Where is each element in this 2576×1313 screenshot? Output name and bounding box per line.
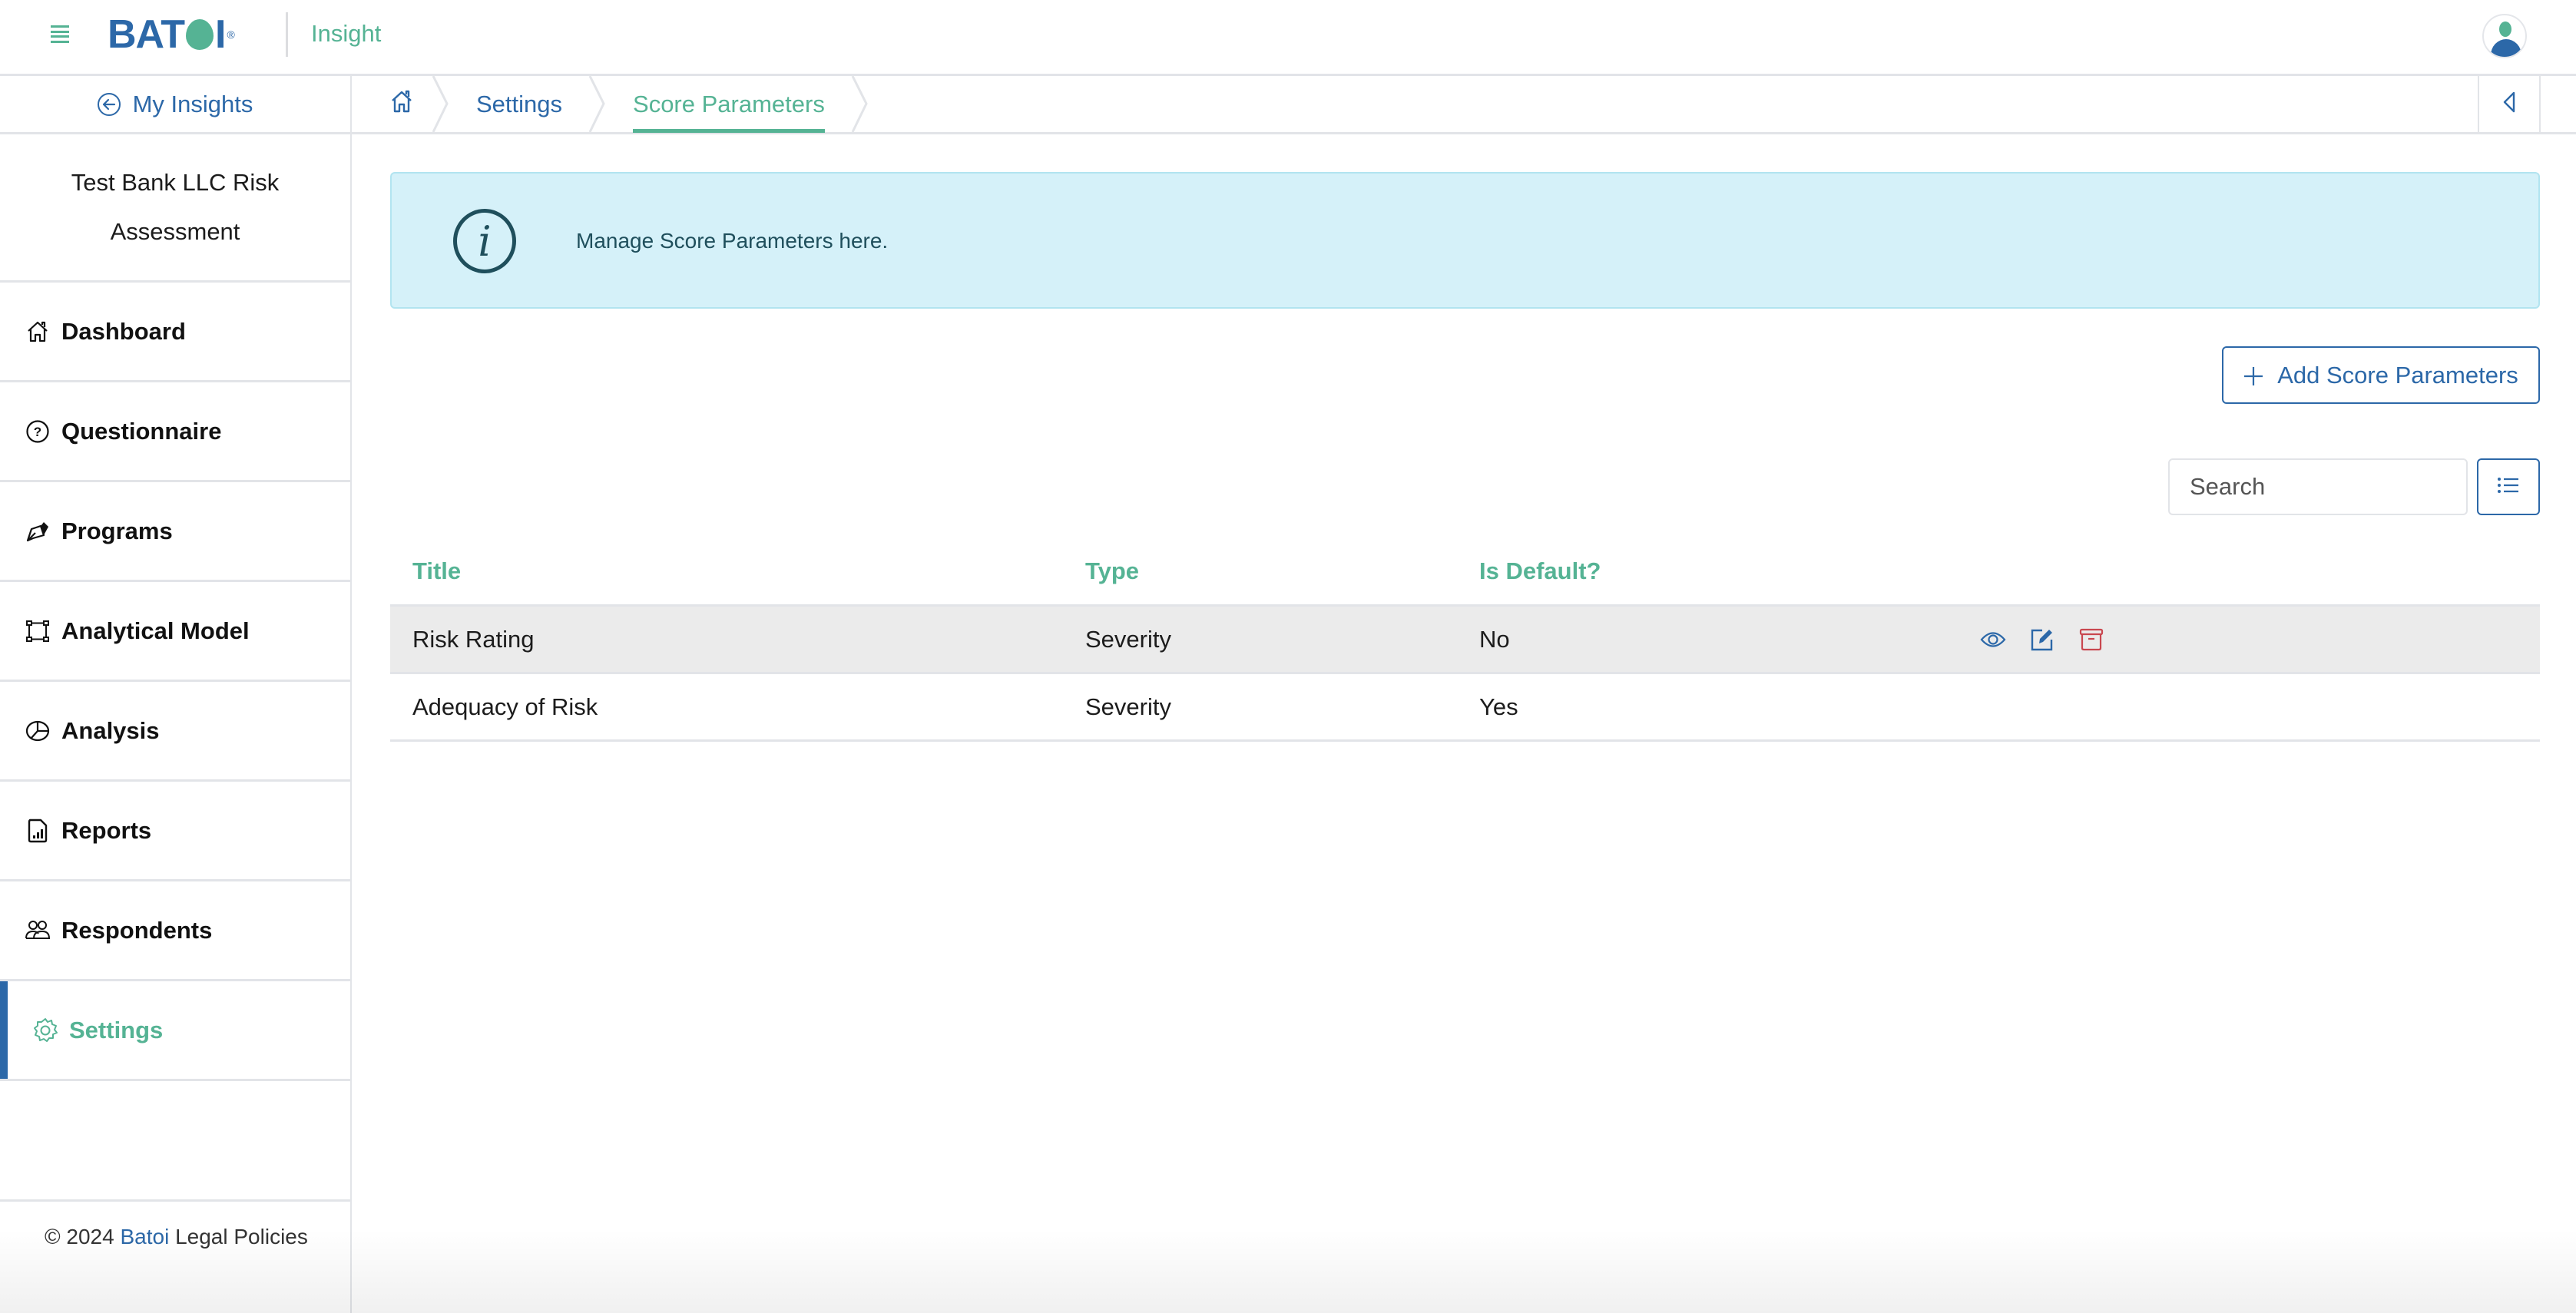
sidebar-item-label: Respondents: [61, 916, 213, 944]
collapse-panel-button[interactable]: [2478, 76, 2541, 132]
hamburger-line: [51, 40, 69, 43]
avatar-head-icon: [2499, 21, 2511, 37]
my-insights-label: My Insights: [132, 90, 253, 117]
question-circle-icon: ?: [25, 418, 51, 445]
edit-pencil-icon[interactable]: [2028, 625, 2057, 654]
svg-text:?: ?: [34, 425, 41, 439]
gear-icon: [32, 1017, 58, 1043]
sidebar-item-label: Reports: [61, 816, 152, 844]
breadcrumb-separator: [851, 76, 868, 132]
logo-text-start: BAT: [108, 12, 185, 57]
sidebar-item-label: Analytical Model: [61, 617, 250, 644]
sidebar-item-analysis[interactable]: Analysis: [0, 682, 350, 782]
score-parameters-table: Title Type Is Default? Risk Rating Sever…: [390, 537, 2540, 742]
breadcrumb-settings[interactable]: Settings: [450, 76, 588, 132]
hamburger-line: [51, 35, 69, 38]
home-icon: [390, 89, 413, 120]
header-divider: [286, 12, 288, 57]
info-icon: i: [453, 209, 516, 273]
sidebar-item-label: Programs: [61, 517, 173, 544]
active-breadcrumb-underline: [633, 129, 825, 133]
table-header-row: Title Type Is Default?: [390, 537, 2540, 607]
cell-is-default: No: [1479, 625, 1510, 653]
sidebar: Test Bank LLC Risk Assessment Dashboard …: [0, 134, 352, 1313]
sidebar-footer: © 2024 Batoi Legal Policies: [0, 1199, 350, 1313]
user-avatar-button[interactable]: [2482, 14, 2527, 58]
logo-registered-mark: ®: [227, 28, 235, 41]
sidebar-item-label: Settings: [69, 1016, 164, 1043]
my-insights-back-link[interactable]: My Insights: [0, 76, 352, 132]
pie-chart-icon: [25, 718, 51, 744]
column-list-toggle-button[interactable]: [2477, 458, 2540, 515]
sidebar-item-respondents[interactable]: Respondents: [0, 881, 350, 981]
sub-navigation-bar: My Insights Settings Score Parameters: [0, 76, 2576, 134]
avatar-body-icon: [2491, 39, 2521, 57]
pen-nib-icon: [25, 518, 51, 544]
hamburger-line: [51, 30, 69, 33]
home-icon: [25, 319, 51, 345]
sidebar-item-settings[interactable]: Settings: [0, 981, 350, 1081]
sidebar-item-label: Questionnaire: [61, 417, 222, 445]
sidebar-item-analytical-model[interactable]: Analytical Model: [0, 582, 350, 682]
cell-type: Severity: [1085, 625, 1171, 653]
view-eye-icon[interactable]: [1978, 625, 2008, 654]
breadcrumb-current-label: Score Parameters: [633, 90, 825, 117]
column-header-type[interactable]: Type: [1085, 557, 1479, 585]
bottom-shadow: [0, 1229, 2576, 1313]
cell-type: Severity: [1085, 693, 1171, 720]
logo-text-end: I: [215, 12, 226, 57]
column-header-is-default[interactable]: Is Default?: [1479, 557, 1978, 585]
cell-title: Risk Rating: [412, 625, 535, 653]
batoi-logo[interactable]: BAT I ®: [108, 12, 235, 57]
row-actions: [1978, 625, 2106, 654]
cell-title: Adequacy of Risk: [412, 693, 598, 720]
breadcrumb: Settings Score Parameters: [353, 76, 869, 133]
breadcrumb-separator: [432, 76, 449, 132]
report-file-icon: [25, 818, 51, 844]
batoi-link[interactable]: Batoi: [120, 1225, 169, 1249]
column-header-title[interactable]: Title: [390, 557, 1085, 585]
breadcrumb-settings-label: Settings: [476, 90, 563, 117]
arrow-left-circle-icon: [97, 92, 121, 116]
chevron-left-icon: [2502, 91, 2516, 117]
cell-is-default: Yes: [1479, 693, 1518, 720]
breadcrumb-home[interactable]: [353, 76, 432, 132]
project-title: Test Bank LLC Risk Assessment: [0, 134, 350, 283]
copyright-text: © 2024: [45, 1225, 114, 1249]
search-input[interactable]: [2168, 458, 2468, 515]
bounding-box-icon: [25, 618, 51, 644]
top-header: BAT I ® Insight: [0, 0, 2576, 76]
breadcrumb-score-parameters[interactable]: Score Parameters: [607, 76, 851, 133]
sidebar-item-label: Analysis: [61, 716, 160, 744]
people-icon: [25, 918, 51, 944]
sidebar-item-questionnaire[interactable]: ? Questionnaire: [0, 382, 350, 482]
info-banner: i Manage Score Parameters here.: [390, 172, 2540, 309]
footer-text: © 2024 Batoi Legal Policies: [45, 1225, 308, 1249]
sidebar-item-programs[interactable]: Programs: [0, 482, 350, 582]
logo-leaf-icon: [186, 19, 214, 50]
table-row[interactable]: Risk Rating Severity No: [390, 607, 2540, 674]
sidebar-item-reports[interactable]: Reports: [0, 782, 350, 881]
hamburger-line: [51, 25, 69, 28]
sidebar-item-dashboard[interactable]: Dashboard: [0, 283, 350, 382]
add-button-label: Add Score Parameters: [2277, 361, 2518, 389]
table-row[interactable]: Adequacy of Risk Severity Yes: [390, 674, 2540, 742]
hamburger-menu-button[interactable]: [51, 25, 69, 43]
breadcrumb-separator: [588, 76, 605, 132]
info-text: Manage Score Parameters here.: [576, 229, 889, 253]
plus-icon: [2243, 359, 2263, 392]
add-score-parameters-button[interactable]: Add Score Parameters: [2222, 346, 2540, 404]
list-icon: [2497, 476, 2520, 498]
app-name: Insight: [311, 20, 382, 47]
legal-policies-link[interactable]: Legal Policies: [175, 1225, 308, 1249]
sidebar-item-label: Dashboard: [61, 317, 186, 345]
archive-box-icon[interactable]: [2077, 625, 2106, 654]
